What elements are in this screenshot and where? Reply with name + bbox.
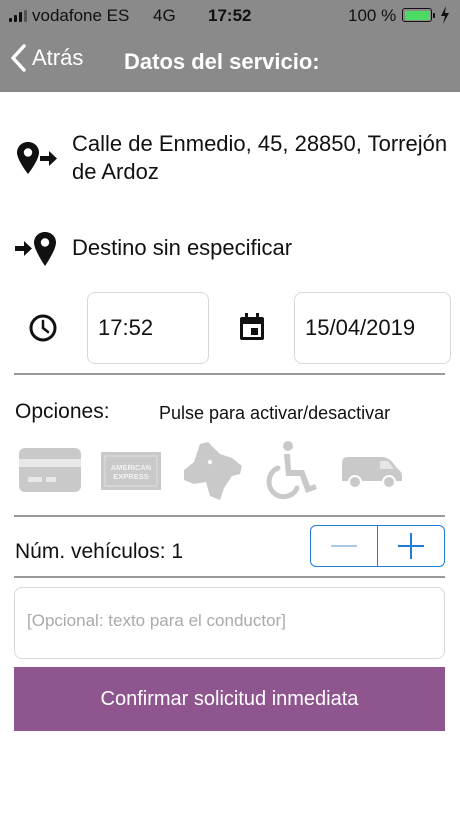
divider (14, 515, 445, 517)
navigation-bar: Atrás Datos del servicio: (0, 32, 460, 92)
battery-icon (402, 8, 435, 22)
svg-text:AMERICAN: AMERICAN (111, 463, 151, 472)
confirm-request-label: Confirmar solicitud inmediata (100, 687, 359, 710)
driver-note-placeholder: [Opcional: texto para el conductor] (27, 611, 286, 630)
destination-text[interactable]: Destino sin especificar (72, 235, 292, 261)
carrier-name: vodafone ES (32, 6, 130, 25)
time-value: 17:52 (98, 315, 154, 340)
charging-icon (441, 6, 449, 24)
increment-button[interactable] (378, 526, 444, 566)
battery-percentage: 100 % (348, 6, 397, 25)
options-hint: Pulse para activar/desactivar (159, 403, 391, 423)
van-icon[interactable] (340, 455, 404, 489)
back-button-label: Atrás (32, 45, 84, 70)
decrement-button[interactable] (311, 526, 377, 566)
chevron-left-icon (11, 44, 26, 72)
american-express-icon[interactable]: AMERICAN EXPRESS (100, 451, 162, 491)
plus-icon (398, 533, 425, 559)
network-type: 4G (153, 6, 176, 25)
pickup-location-icon (17, 142, 57, 174)
back-button[interactable]: Atrás (10, 44, 83, 72)
minus-icon (330, 545, 357, 547)
time-field[interactable]: 17:52 (87, 292, 209, 364)
date-value: 15/04/2019 (305, 315, 416, 340)
status-bar: vodafone ES 4G 17:52 100 % (0, 0, 460, 32)
divider (14, 576, 445, 578)
origin-address[interactable]: Calle de Enmedio, 45, 28850, Torrejón de… (72, 130, 452, 186)
signal-icon (9, 10, 27, 22)
calendar-icon (240, 313, 264, 340)
vehicles-stepper (310, 525, 445, 567)
divider (14, 373, 445, 375)
clock-time: 17:52 (208, 6, 252, 25)
date-field[interactable]: 15/04/2019 (294, 292, 451, 364)
options-label: Opciones: (15, 400, 110, 423)
clock-icon (29, 314, 57, 342)
driver-note-input[interactable]: [Opcional: texto para el conductor] (14, 587, 445, 659)
svg-text:EXPRESS: EXPRESS (113, 472, 148, 481)
dropoff-location-icon (15, 232, 56, 266)
vehicles-count-label: Núm. vehículos: 1 (15, 540, 184, 563)
confirm-request-button[interactable]: Confirmar solicitud inmediata (14, 667, 445, 731)
page-title: Datos del servicio: (124, 49, 320, 74)
credit-card-icon[interactable] (18, 447, 82, 493)
dog-icon[interactable] (180, 440, 244, 502)
wheelchair-icon[interactable] (264, 440, 320, 502)
